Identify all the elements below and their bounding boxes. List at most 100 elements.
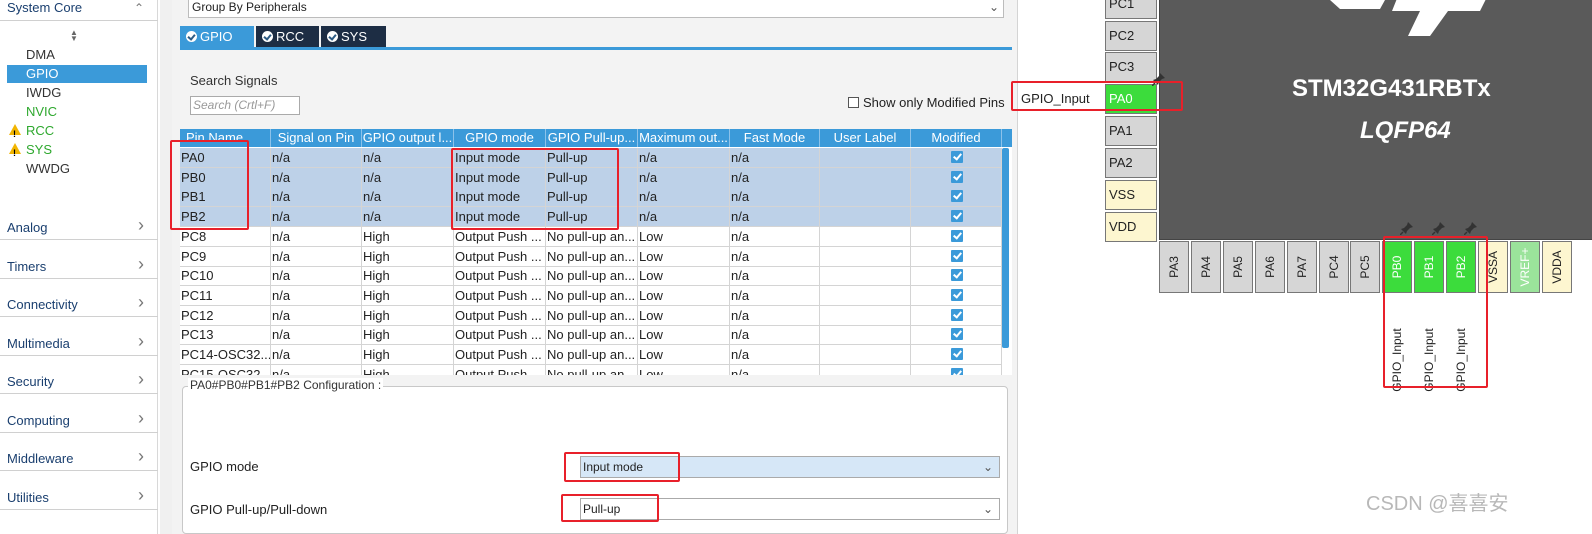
pin-vss[interactable]: VSS [1105, 180, 1157, 210]
sidebar-item-wwdg[interactable]: WWDG [7, 160, 147, 178]
pin-pa5[interactable]: PA5 [1222, 241, 1253, 293]
checkbox-checked-icon[interactable] [951, 229, 963, 242]
category-label: Multimedia [7, 335, 70, 351]
category-system-core[interactable]: System Core ⌃ [0, 0, 158, 19]
sidebar-item-label: SYS [26, 142, 53, 157]
pin-pc5[interactable]: PC5 [1350, 241, 1381, 293]
pin-pc4[interactable]: PC4 [1318, 241, 1349, 293]
divider [0, 393, 158, 394]
category-multimedia[interactable]: Multimedia › [0, 332, 158, 355]
table-cell: Output Push ... [454, 325, 546, 345]
checkbox-checked-icon[interactable] [951, 170, 963, 183]
column-header[interactable]: Maximum out... [638, 129, 730, 147]
sidebar-item-rcc[interactable]: RCC [7, 122, 147, 143]
sidebar-item-iwdg[interactable]: IWDG [7, 84, 147, 102]
category-label: Timers [7, 258, 47, 274]
splitter[interactable] [160, 0, 172, 534]
category-security[interactable]: Security › [0, 370, 158, 393]
column-header[interactable]: GPIO Pull-up... [546, 129, 638, 147]
column-header[interactable]: Fast Mode [730, 129, 820, 147]
pin-pa7[interactable]: PA7 [1286, 241, 1317, 293]
table-cell: Low [638, 246, 730, 266]
table-cell [911, 325, 1002, 345]
pin-pa6[interactable]: PA6 [1254, 241, 1285, 293]
group-by-select[interactable]: Group By Peripherals ⌄ [188, 0, 1004, 18]
table-cell: n/a [271, 266, 362, 286]
chip-package: LQFP64 [1360, 117, 1451, 144]
checkbox-checked-icon[interactable] [951, 210, 963, 223]
pin-vdd[interactable]: VDD [1105, 212, 1157, 242]
checkbox-checked-icon[interactable] [951, 367, 963, 375]
table-cell: n/a [362, 167, 454, 187]
column-header[interactable]: GPIO mode [454, 129, 546, 147]
column-header[interactable]: GPIO output l... [362, 129, 454, 147]
pin-vdda[interactable]: VDDA [1541, 241, 1572, 293]
sidebar-item-gpio[interactable]: GPIO [7, 65, 147, 83]
category-analog[interactable]: Analog › [0, 215, 158, 239]
table-cell: n/a [271, 207, 362, 227]
table-cell [911, 364, 1002, 375]
pin-vref-plus[interactable]: VREF+ [1509, 241, 1540, 293]
table-cell: PC11 [180, 285, 271, 305]
category-utilities[interactable]: Utilities › [0, 486, 158, 509]
tab-gpio[interactable]: GPIO [180, 26, 254, 48]
table-row[interactable]: PC14-OSC32... n/a High Output Push ... No pu… [180, 345, 1002, 365]
sidebar-item-nvic[interactable]: NVIC [7, 103, 147, 121]
chevron-right-icon: › [138, 215, 144, 235]
table-cell: Low [638, 305, 730, 325]
search-input[interactable]: Search (Crtl+F) [190, 96, 300, 115]
checkbox-checked-icon[interactable] [951, 151, 963, 163]
checkbox-checked-icon[interactable] [951, 249, 963, 262]
category-middleware[interactable]: Middleware › [0, 447, 158, 470]
column-header[interactable]: User Label [820, 129, 911, 147]
table-cell: Low [638, 364, 730, 375]
pin-pc1[interactable]: PC1 [1105, 0, 1157, 19]
tab-sys[interactable]: SYS [321, 26, 386, 48]
table-cell: No pull-up an... [546, 305, 638, 325]
table-scrollbar[interactable] [1002, 148, 1009, 348]
pin-label: PA7 [1294, 256, 1309, 278]
table-row[interactable]: PC9 n/a High Output Push ... No pull-up an..… [180, 246, 1002, 267]
pin-pa3[interactable]: PA3 [1159, 241, 1189, 293]
table-cell: n/a [730, 285, 820, 305]
pin-pa4[interactable]: PA4 [1190, 241, 1221, 293]
gpio-pull-label: GPIO Pull-up/Pull-down [190, 502, 328, 517]
pin-pc3[interactable]: PC3 [1105, 52, 1157, 82]
watermark: CSDN @喜喜安 [1366, 493, 1509, 515]
table-row[interactable]: PC10 n/a High Output Push ... No pull-up an.… [180, 266, 1002, 287]
checkbox-checked-icon[interactable] [951, 348, 963, 360]
checkbox-checked-icon[interactable] [951, 269, 963, 282]
table-cell: n/a [362, 148, 454, 167]
table-row[interactable]: PC11 n/a High Output Push ... No pull-up an.… [180, 285, 1002, 306]
sidebar-item-dma[interactable]: DMA [7, 46, 147, 64]
annotation-box-mode-pull [451, 148, 619, 230]
category-computing[interactable]: Computing › [0, 409, 158, 432]
table-row[interactable]: PC15-OSC32... n/a High Output Push ... No pu… [180, 364, 1002, 375]
divider [0, 508, 158, 510]
pin-pc2[interactable]: PC2 [1105, 21, 1157, 51]
pin-label: PA5 [1230, 256, 1245, 278]
pin-pa1[interactable]: PA1 [1105, 116, 1157, 146]
checkbox-checked-icon[interactable] [951, 190, 963, 203]
column-header[interactable]: Modified [911, 129, 1002, 147]
sort-icon[interactable]: ▲ ▼ [70, 29, 78, 43]
tab-rcc[interactable]: RCC [256, 26, 319, 48]
sidebar-item-sys[interactable]: SYS [7, 141, 147, 162]
checkbox-checked-icon[interactable] [951, 308, 963, 321]
category-timers[interactable]: Timers › [0, 253, 158, 278]
chevron-right-icon: › [138, 253, 144, 274]
table-cell: n/a [271, 285, 362, 305]
pin-label: PC5 [1358, 255, 1373, 279]
chevron-down-icon: ⌄ [982, 502, 993, 516]
category-connectivity[interactable]: Connectivity › [0, 293, 158, 316]
show-modified-checkbox[interactable]: Show only Modified Pins [848, 95, 1005, 110]
table-cell: PC14-OSC32... [181, 345, 271, 364]
checkbox-checked-icon[interactable] [951, 288, 963, 301]
table-cell: n/a [271, 305, 362, 325]
column-header[interactable]: Signal on Pin [271, 129, 362, 147]
checkbox-checked-icon[interactable] [951, 328, 963, 341]
pin-pa2[interactable]: PA2 [1105, 148, 1157, 178]
table-row[interactable]: PC13 n/a High Output Push ... No pull-up an.… [180, 325, 1002, 346]
table-row[interactable]: PC12 n/a High Output Push ... No pull-up an.… [180, 305, 1002, 326]
table-cell: n/a [271, 226, 362, 246]
